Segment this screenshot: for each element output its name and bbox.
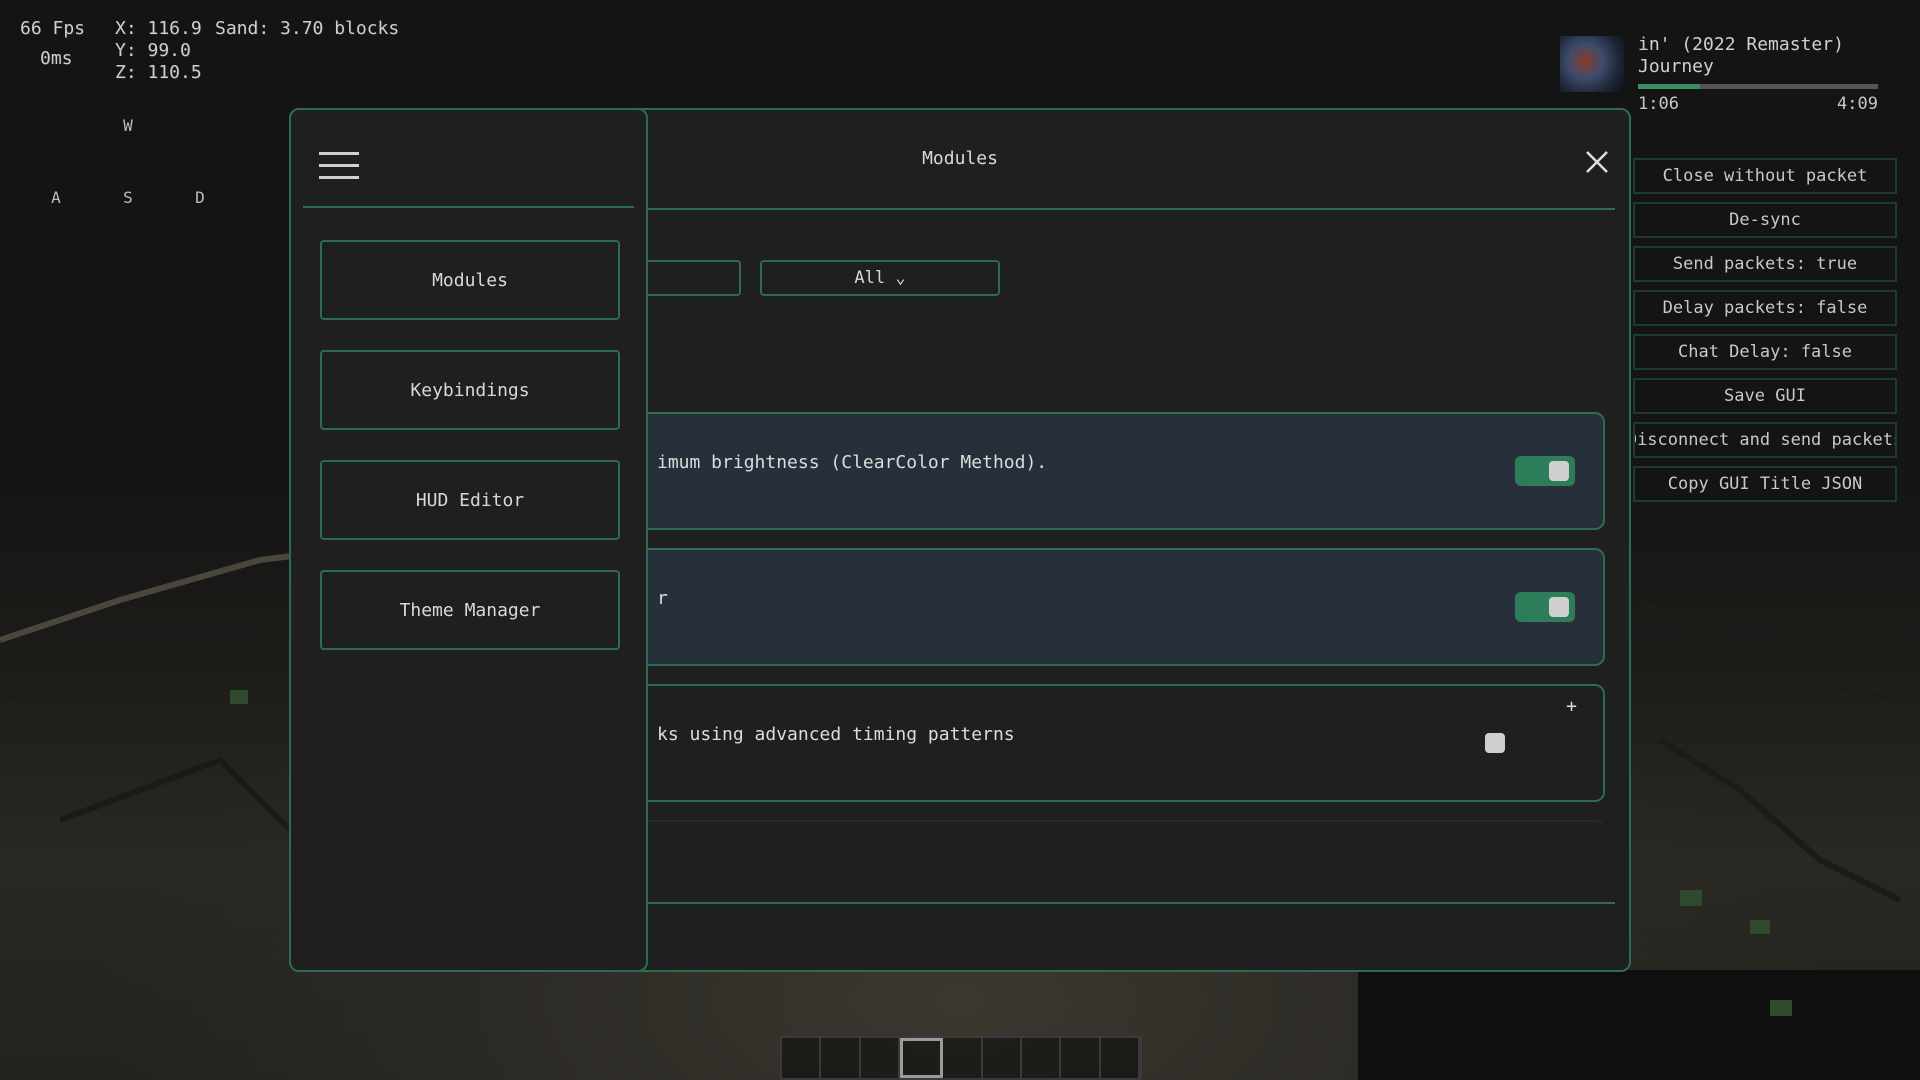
hotbar-slot[interactable] — [1022, 1038, 1062, 1078]
delay-packets-button[interactable]: Delay packets: false — [1633, 290, 1897, 326]
sidebar-item-theme-manager[interactable]: Theme Manager — [320, 570, 620, 650]
music-widget: in' (2022 Remaster) Journey 1:06 4:09 — [1560, 34, 1880, 118]
coord-y: Y: 99.0 — [115, 40, 191, 61]
close-without-packet-button[interactable]: Close without packet — [1633, 158, 1897, 194]
module-description: ks using advanced timing patterns — [657, 724, 1015, 745]
keystroke-w: W — [123, 116, 133, 135]
hotbar-slot[interactable] — [782, 1038, 822, 1078]
module-toggle[interactable] — [1479, 728, 1539, 758]
sand-readout: Sand: 3.70 blocks — [215, 18, 400, 39]
hotbar-slot[interactable] — [1101, 1038, 1140, 1078]
sidebar-item-hud-editor[interactable]: HUD Editor — [320, 460, 620, 540]
expand-icon[interactable]: + — [1566, 696, 1577, 717]
coord-x: X: 116.9 — [115, 18, 202, 39]
hotbar-slot[interactable] — [821, 1038, 861, 1078]
module-description: r — [657, 588, 668, 609]
coord-z: Z: 110.5 — [115, 62, 202, 83]
chat-delay-button[interactable]: Chat Delay: false — [1633, 334, 1897, 370]
song-elapsed: 1:06 — [1638, 94, 1679, 114]
send-packets-button[interactable]: Send packets: true — [1633, 246, 1897, 282]
ping-display: 0ms — [40, 48, 73, 69]
save-gui-button[interactable]: Save GUI — [1633, 378, 1897, 414]
hotbar-slot[interactable] — [983, 1038, 1022, 1078]
hotbar-slot[interactable] — [1061, 1038, 1101, 1078]
module-toggle[interactable] — [1515, 456, 1575, 486]
sidebar: Modules Keybindings HUD Editor Theme Man… — [289, 108, 648, 972]
hotbar-slot[interactable] — [943, 1038, 983, 1078]
desync-button[interactable]: De-sync — [1633, 202, 1897, 238]
keystroke-s: S — [123, 188, 133, 207]
disconnect-send-packets-button[interactable]: Disconnect and send packets — [1633, 422, 1897, 458]
song-progress-bar — [1638, 84, 1878, 89]
song-title: in' (2022 Remaster) — [1638, 34, 1844, 55]
copy-gui-title-json-button[interactable]: Copy GUI Title JSON — [1633, 466, 1897, 502]
keystroke-d: D — [195, 188, 205, 207]
close-icon[interactable] — [1583, 148, 1611, 176]
sidebar-divider — [303, 206, 634, 208]
module-description: imum brightness (ClearColor Method). — [657, 452, 1048, 473]
keystroke-a: A — [51, 188, 61, 207]
hamburger-menu-icon[interactable] — [319, 152, 359, 182]
hotbar-slot[interactable] — [899, 1038, 944, 1078]
sidebar-item-keybindings[interactable]: Keybindings — [320, 350, 620, 430]
song-duration: 4:09 — [1837, 94, 1878, 114]
module-toggle[interactable] — [1515, 592, 1575, 622]
fps-counter: 66 Fps — [20, 18, 86, 39]
hotbar-slot[interactable] — [861, 1038, 900, 1078]
sidebar-item-modules[interactable]: Modules — [320, 240, 620, 320]
song-artist: Journey — [1638, 56, 1714, 77]
category-filter-dropdown[interactable]: All ⌄ — [760, 260, 1000, 296]
album-art — [1560, 36, 1624, 92]
hotbar — [780, 1036, 1142, 1080]
